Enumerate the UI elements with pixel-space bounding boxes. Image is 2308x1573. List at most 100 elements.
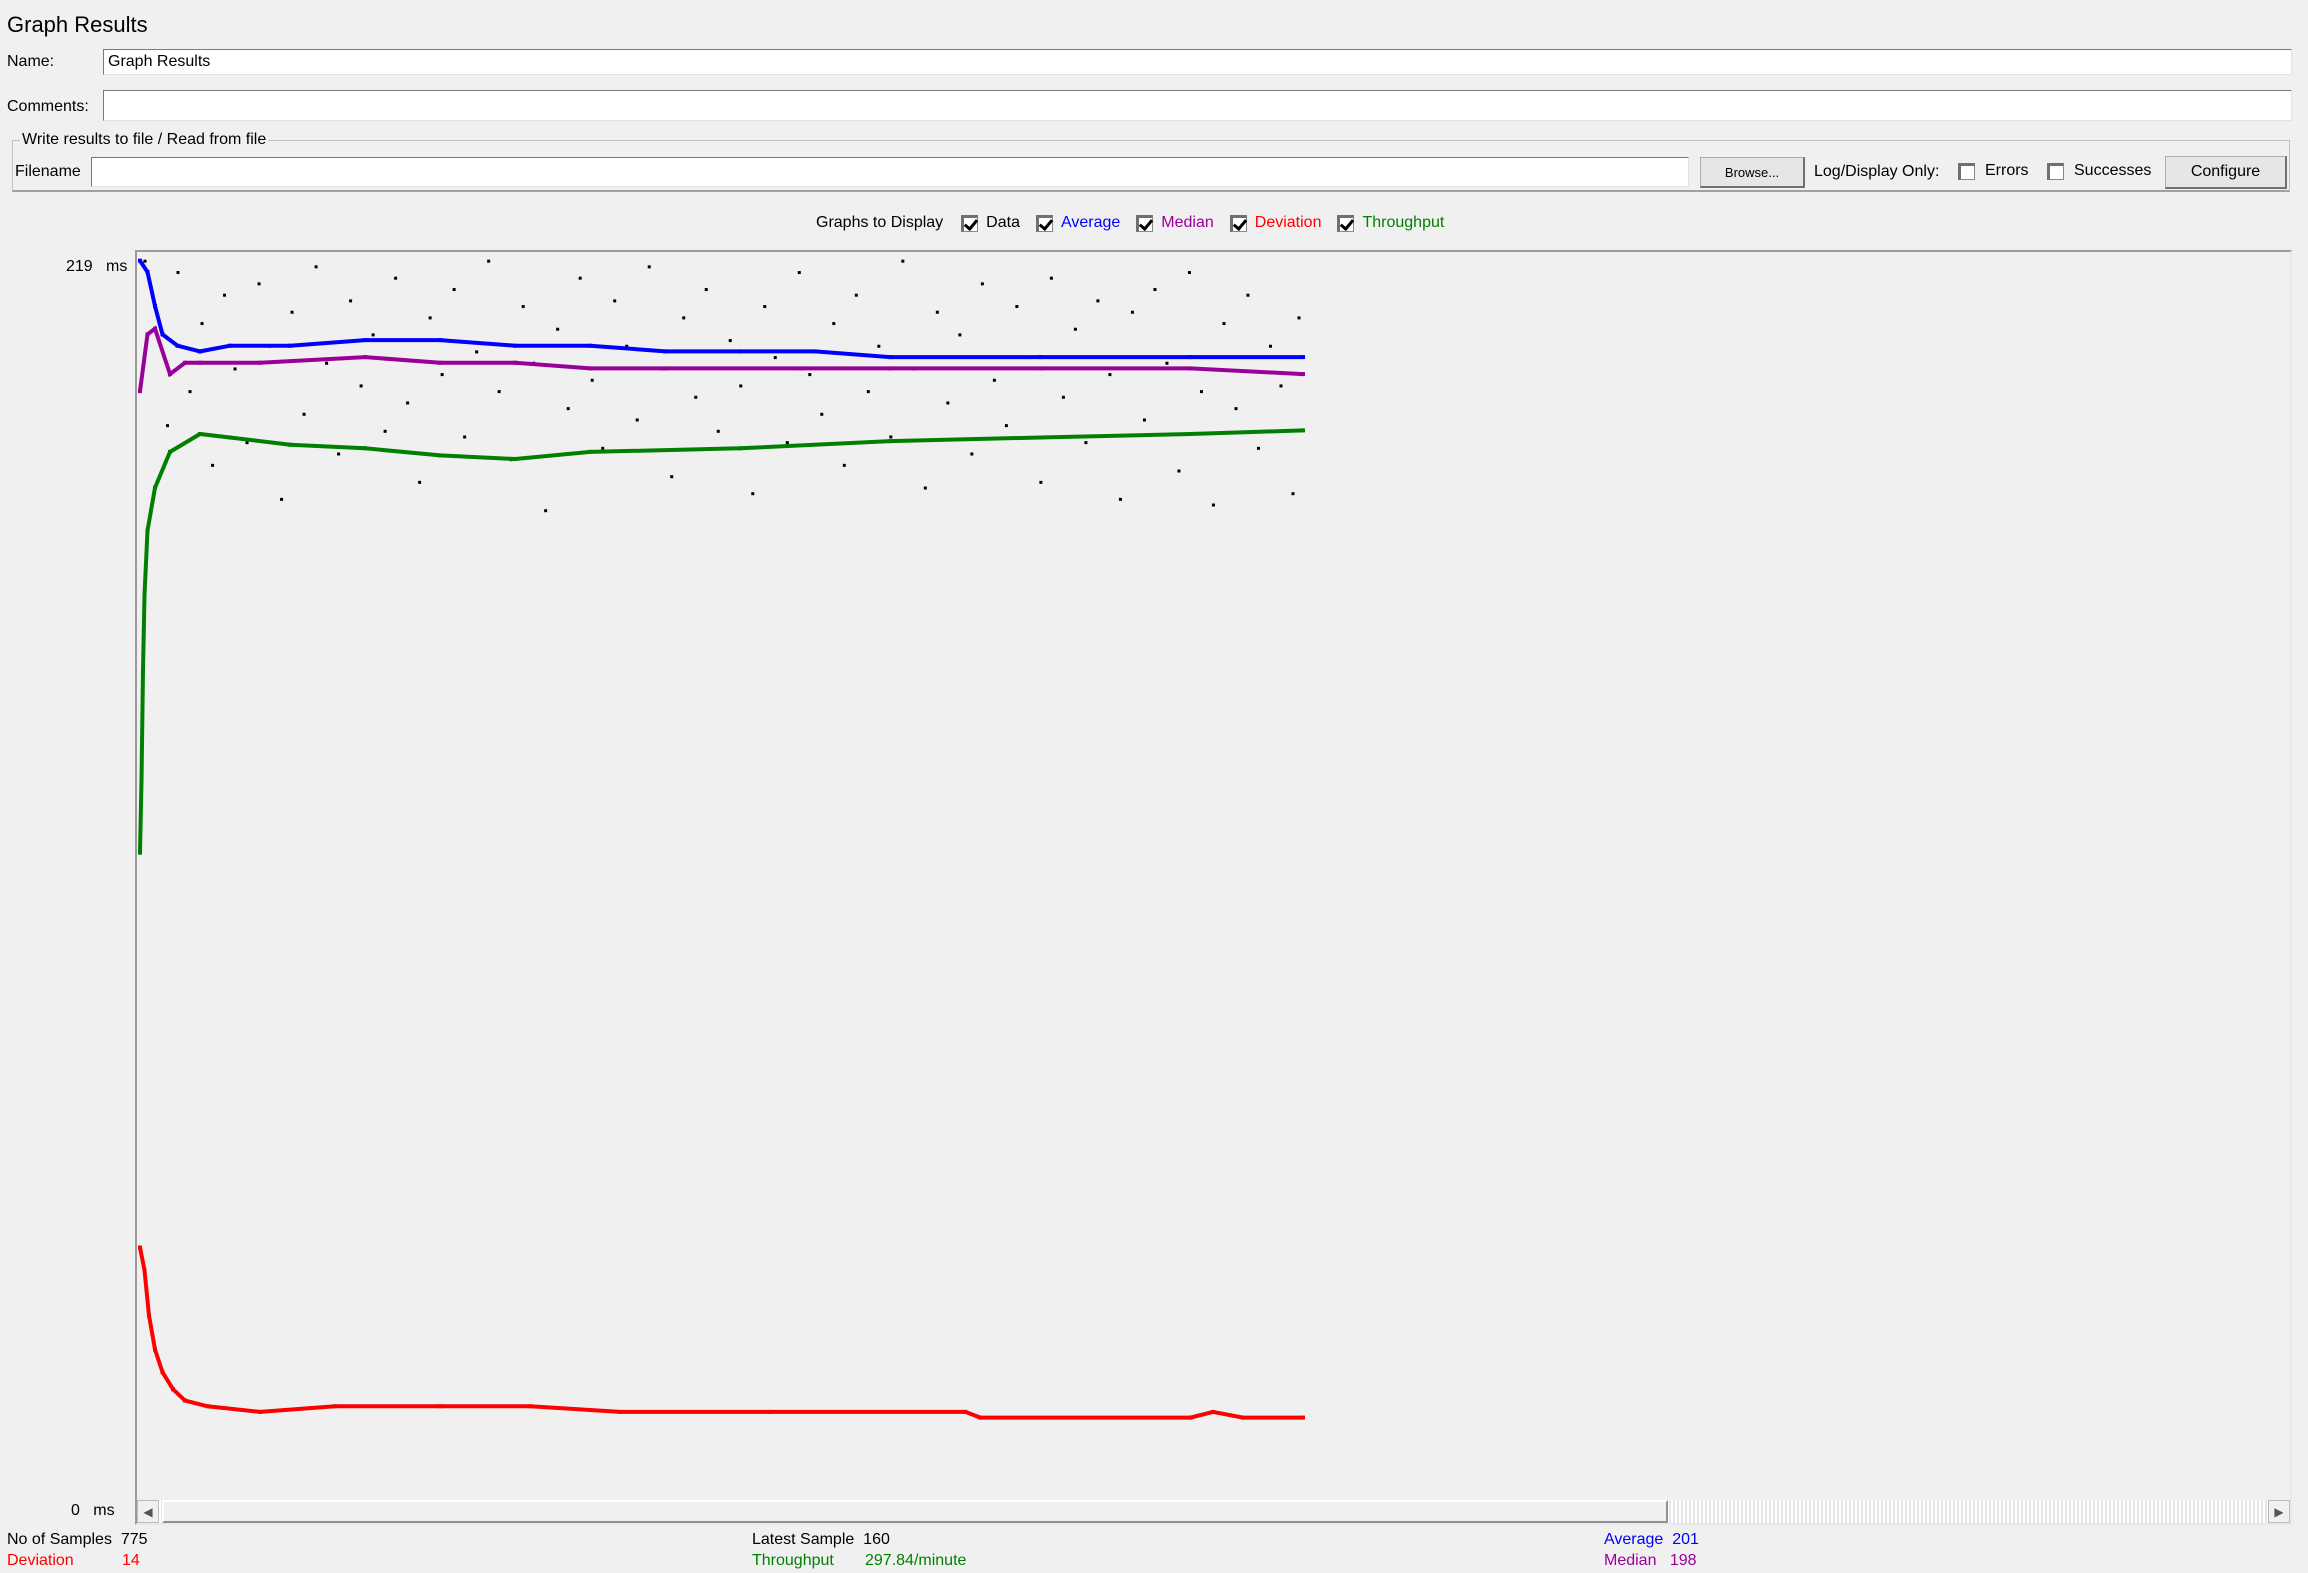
- graph-toggle-throughput[interactable]: Throughput: [1337, 214, 1444, 232]
- data-point: [383, 429, 387, 433]
- name-input[interactable]: [103, 49, 2292, 75]
- comments-input[interactable]: [103, 90, 2292, 121]
- deviation-point: [618, 1409, 623, 1414]
- data-point: [1256, 446, 1260, 450]
- checkbox-icon[interactable]: [961, 214, 979, 232]
- deviation-value: 14: [122, 1552, 140, 1569]
- data-point: [349, 299, 353, 303]
- scrollbar-thumb[interactable]: [162, 1500, 1668, 1523]
- data-point: [923, 486, 927, 490]
- errors-checkbox[interactable]: Errors: [1958, 162, 2029, 180]
- data-point: [211, 463, 215, 467]
- data-point: [647, 265, 651, 269]
- median-point: [888, 366, 893, 371]
- throughput-point: [1188, 431, 1193, 436]
- average-point: [663, 349, 668, 354]
- name-label: Name:: [7, 53, 55, 70]
- data-point: [832, 322, 836, 326]
- data-point: [544, 509, 548, 513]
- data-point: [257, 282, 261, 286]
- filename-input[interactable]: [91, 157, 1689, 187]
- data-point: [635, 418, 639, 422]
- data-point: [176, 271, 180, 275]
- data-point: [670, 475, 674, 479]
- deviation-point: [963, 1409, 968, 1414]
- deviation-point: [1301, 1415, 1305, 1420]
- graph-toggle-average[interactable]: Average: [1035, 214, 1120, 232]
- data-point: [946, 401, 950, 405]
- checkbox-icon[interactable]: [1136, 214, 1154, 232]
- graphs-to-display-label: Graphs to Display: [816, 214, 944, 231]
- graph-toggle-data[interactable]: Data: [961, 214, 1020, 232]
- data-point: [521, 305, 525, 309]
- deviation-label: Deviation: [7, 1552, 74, 1569]
- data-point: [452, 288, 456, 292]
- data-point: [1291, 492, 1295, 496]
- browse-button[interactable]: Browse...: [1700, 157, 1805, 188]
- deviation-point: [1210, 1409, 1215, 1414]
- graph-toggle-median[interactable]: Median: [1136, 214, 1214, 232]
- data-point: [1222, 322, 1226, 326]
- data-point: [1153, 288, 1157, 292]
- median-point: [198, 360, 203, 365]
- average-point: [228, 343, 233, 348]
- data-point: [820, 412, 824, 416]
- throughput-label: Throughput: [752, 1552, 834, 1569]
- successes-checkbox-box[interactable]: [2047, 162, 2064, 180]
- data-point: [188, 390, 192, 394]
- throughput-point: [438, 453, 443, 458]
- average-point: [813, 349, 818, 354]
- y-max-label: 219 ms: [66, 258, 127, 276]
- data-point: [200, 322, 204, 326]
- throughput-point: [139, 779, 144, 784]
- data-point: [889, 435, 893, 439]
- deviation-point: [1188, 1415, 1193, 1420]
- checkbox-icon[interactable]: [1035, 214, 1053, 232]
- checkbox-icon[interactable]: [1337, 214, 1355, 232]
- log-display-label: Log/Display Only:: [1814, 163, 1940, 180]
- throughput-point: [1038, 435, 1043, 440]
- data-point: [143, 259, 147, 263]
- data-point: [1142, 418, 1146, 422]
- graph-toggle-deviation[interactable]: Deviation: [1229, 214, 1321, 232]
- throughput-point: [363, 446, 368, 451]
- data-point: [992, 378, 996, 382]
- data-point: [797, 271, 801, 275]
- latest-sample-label: Latest Sample: [752, 1531, 855, 1548]
- scroll-left-arrow-icon[interactable]: ◀: [137, 1500, 159, 1523]
- deviation-point: [171, 1387, 176, 1392]
- throughput-point: [138, 850, 142, 855]
- graph-toggle-label: Data: [986, 214, 1020, 231]
- filename-label: Filename: [15, 163, 81, 180]
- throughput-point: [228, 435, 233, 440]
- average-series-line: [138, 259, 1303, 360]
- data-point: [935, 310, 939, 314]
- scroll-right-arrow-icon[interactable]: ▶: [2268, 1500, 2290, 1523]
- data-point: [1084, 441, 1088, 445]
- data-point: [1165, 361, 1169, 365]
- horizontal-scrollbar[interactable]: ◀ ▶: [137, 1500, 2290, 1523]
- throughput-point: [198, 431, 203, 436]
- throughput-series-line: [138, 428, 1304, 853]
- data-point: [716, 429, 720, 433]
- configure-button[interactable]: Configure: [2165, 156, 2287, 189]
- throughput-value: 297.84/minute: [865, 1552, 967, 1569]
- data-point: [359, 384, 363, 388]
- data-point: [601, 446, 605, 450]
- data-point: [1049, 276, 1053, 280]
- average-point: [145, 270, 150, 275]
- errors-checkbox-box[interactable]: [1958, 162, 1975, 180]
- data-point: [371, 333, 375, 337]
- samples-value: 775: [120, 1531, 148, 1548]
- data-point: [866, 390, 870, 394]
- checkbox-icon[interactable]: [1229, 214, 1247, 232]
- deviation-point: [138, 1245, 142, 1250]
- deviation-point: [142, 1268, 147, 1273]
- throughput-point: [153, 485, 158, 490]
- file-panel-legend: Write results to file / Read from file: [20, 131, 269, 149]
- data-point: [497, 390, 501, 394]
- average-point: [1188, 355, 1193, 360]
- average-point: [513, 343, 518, 348]
- successes-checkbox[interactable]: Successes: [2047, 162, 2151, 180]
- average-point: [438, 338, 443, 343]
